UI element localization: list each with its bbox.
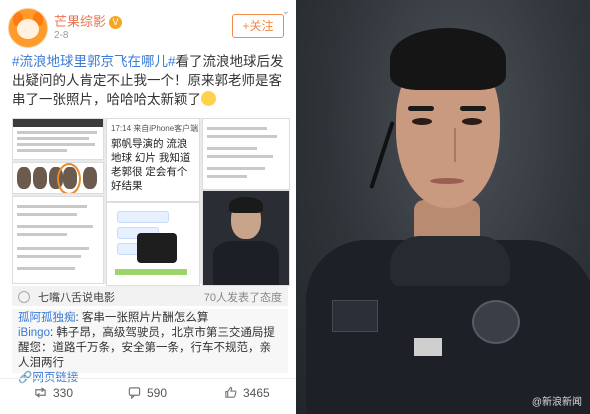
screenshot-time: 17:14 来自iPhone客户端 [111,124,199,133]
mouth [430,178,464,184]
right-eye [462,118,482,125]
chat-screenshot-thumb[interactable] [106,202,200,286]
verified-badge-icon: V [109,16,123,29]
repost-button[interactable]: 330 [34,386,73,400]
left-eye [412,118,432,125]
character-photo-thumb[interactable] [202,190,290,286]
comment-thread-thumb[interactable] [12,196,104,284]
chevron-down-icon[interactable]: ⌄ [282,6,290,17]
like-count: 3465 [243,386,270,400]
cast-photos-thumb[interactable] [12,162,104,194]
left-brow [408,106,434,111]
comment-text: 韩子昂，高级驾驶员，北京市第三交通局提醒您：道路千万条，安全第一条，行车不规范，… [18,327,275,369]
nose [444,128,456,162]
post-date: 2-8 [54,30,69,41]
comment-button[interactable]: 590 [128,386,167,400]
screenshot-thumb[interactable] [12,118,104,160]
laugh-emoji-icon [201,91,216,106]
post-image-collage[interactable]: 17:14 来自iPhone客户端 郭帆导演的 流浪地球 幻片 我知道老郭很 定… [12,118,290,286]
weibo-post-panel: 芒果综影 V 2-8 +关注 ⌄ #流浪地球里郭京飞在哪儿#看了流浪地球后发出疑问… [0,0,296,414]
screenshot-text: 郭帆导演的 流浪地球 幻片 我知道老郭很 定会有个好结果 [111,138,191,192]
character-portrait: @新浪新闻 [296,0,590,414]
shoulder-patch [332,300,378,332]
uniform-collar [390,236,510,286]
avatar[interactable] [8,8,48,48]
comment-user[interactable]: iBingo [18,327,50,339]
author-name-text[interactable]: 芒果综影 [54,14,106,29]
comment-count: 590 [147,386,168,400]
phone-image-icon [137,233,177,263]
post-header: 芒果综影 V 2-8 +关注 ⌄ [8,6,290,48]
repost-source[interactable]: 七嘴八舌说电影 [38,289,115,305]
screenshot-header [13,119,103,127]
comment-list: 孤阿孤独痴: 客串一张照片片酬怎么算 iBingo: 韩子昂，高级驾驶员，北京市… [12,309,288,384]
name-tag [414,338,442,356]
author-name[interactable]: 芒果综影 V [54,11,123,30]
topic-tag[interactable]: #流浪地球里郭京飞在哪儿# [12,54,176,69]
highlight-circle-icon [57,163,81,193]
comment-text: 客串一张照片片酬怎么算 [81,312,209,324]
repost-icon [18,291,30,303]
thumbs-up-icon [225,386,237,398]
right-brow [460,106,486,111]
repost-arrow-icon [35,387,46,398]
reaction-count[interactable]: 70人发表了态度 [204,289,282,305]
watermark: @新浪新闻 [531,397,582,408]
comment-item[interactable]: 孤阿孤独痴: 客串一张照片片酬怎么算 [18,311,282,326]
highlight-bar [115,269,187,275]
comment-user[interactable]: 孤阿孤独痴 [18,312,76,324]
weibo-screenshot-thumb[interactable]: 17:14 来自iPhone客户端 郭帆导演的 流浪地球 幻片 我知道老郭很 定… [106,118,200,202]
comment-bubble-icon [128,387,141,399]
repost-count: 330 [53,386,74,400]
action-bar: 330 590 3465 [0,378,296,409]
hair [390,28,506,90]
like-button[interactable]: 3465 [224,386,270,400]
replies-thumb[interactable] [202,118,290,190]
uniform-badge-icon [472,300,520,344]
post-body: #流浪地球里郭京飞在哪儿#看了流浪地球后发出疑问的人肯定不止我一个！原来郭老师是… [12,52,288,109]
repost-source-bar[interactable]: 七嘴八舌说电影 70人发表了态度 [12,286,288,306]
comment-item[interactable]: iBingo: 韩子昂，高级驾驶员，北京市第三交通局提醒您：道路千万条，安全第一… [18,326,282,371]
avatar-face-icon [17,19,39,39]
follow-button[interactable]: +关注 [232,14,284,38]
